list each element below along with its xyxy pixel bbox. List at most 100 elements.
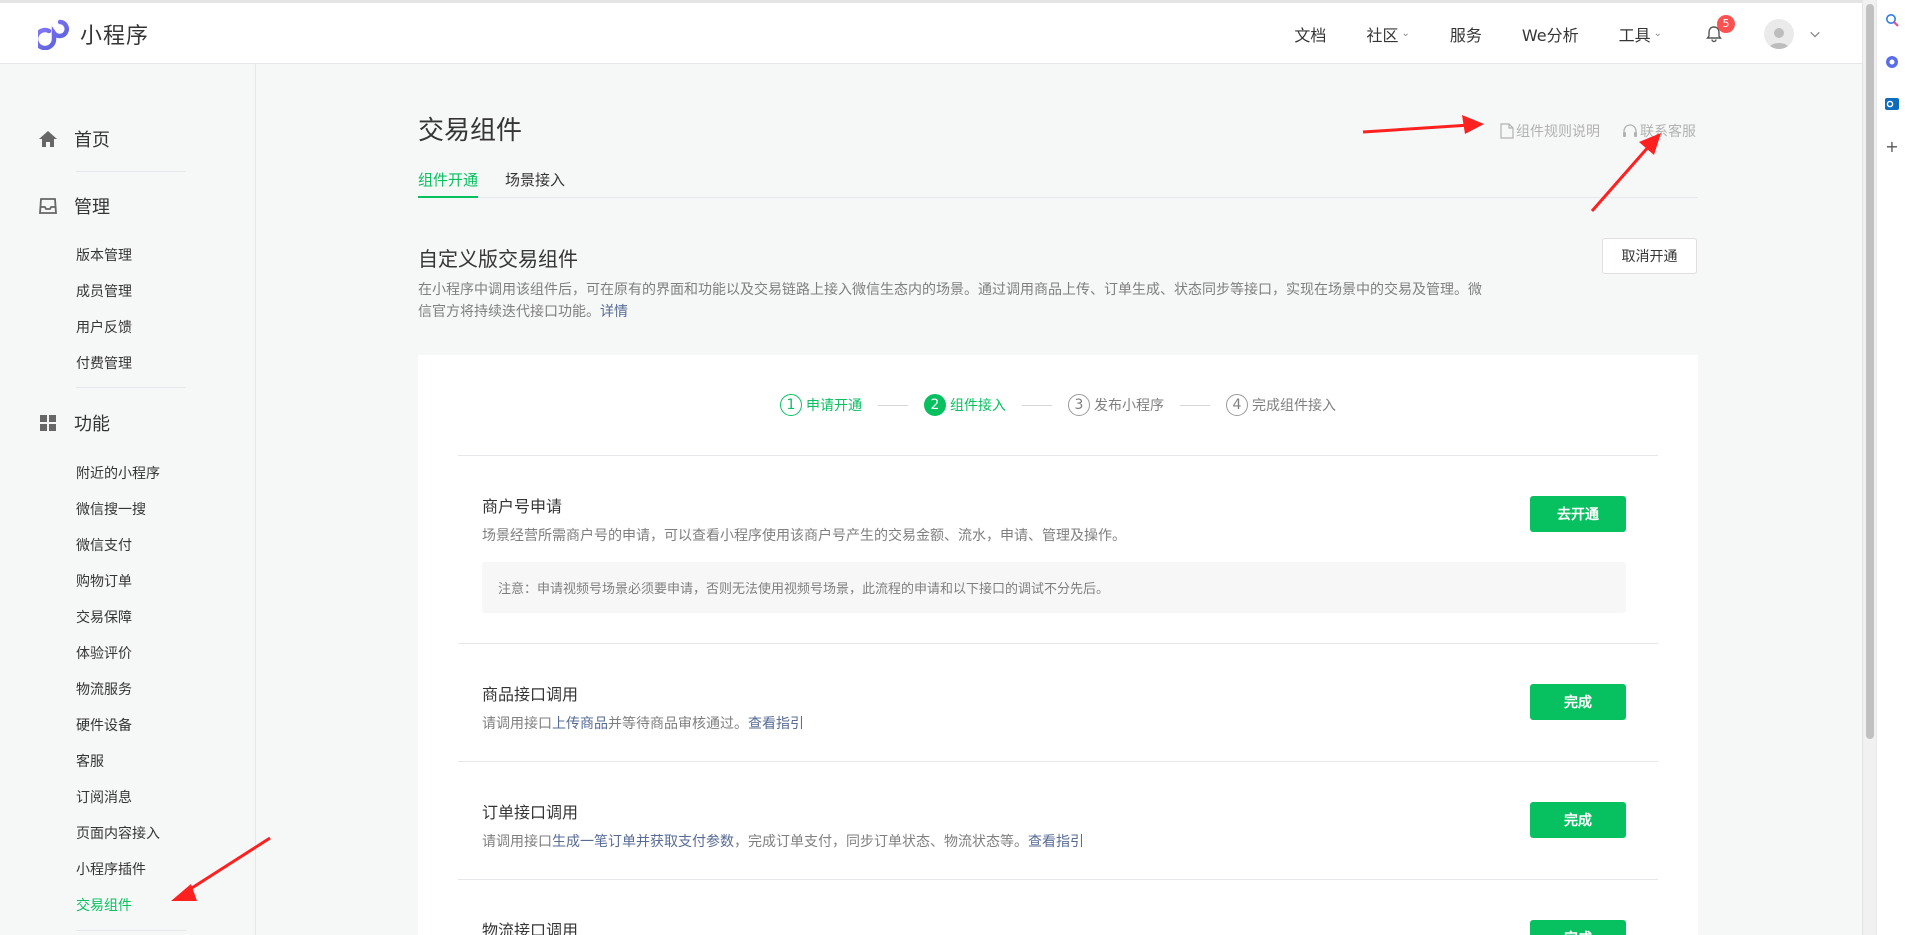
step-label: 组件接入 — [950, 398, 1006, 414]
product-api-item: 商品接口调用 请调用接口上传商品并等待商品审核通过。查看指引 完成 — [458, 643, 1658, 761]
sidebar-item-customer-service[interactable]: 客服 — [76, 751, 104, 771]
notification-badge: 5 — [1717, 14, 1735, 33]
grid-icon — [40, 415, 56, 431]
sidebar-item-billing[interactable]: 付费管理 — [76, 353, 132, 373]
search-icon[interactable] — [1884, 12, 1900, 28]
sidebar-item-nearby[interactable]: 附近的小程序 — [76, 463, 160, 483]
step-number: 2 — [924, 394, 946, 416]
nav-label: 服务 — [1449, 25, 1482, 45]
arrow-to-rules-link — [1362, 115, 1484, 134]
step-number: 1 — [780, 394, 802, 416]
sidebar: 首页 管理 版本管理 成员管理 用户反馈 付费管理 功能 附近的小程序 微信搜一… — [0, 64, 256, 935]
nav-docs[interactable]: 文档 — [1294, 22, 1326, 46]
page-title: 交易组件 — [418, 116, 523, 146]
outlook-icon[interactable] — [1884, 96, 1900, 112]
sidebar-item-orders[interactable]: 购物订单 — [76, 571, 132, 591]
chevron-down-icon: ⌄ — [1653, 28, 1662, 39]
copilot-icon[interactable] — [1884, 54, 1900, 70]
order-api-item: 订单接口调用 请调用接口生成一笔订单并获取支付参数，完成订单支付，同步订单状态、… — [458, 761, 1658, 879]
nav-label: We分析 — [1521, 25, 1579, 45]
chevron-down-icon: ⌄ — [1401, 28, 1410, 39]
logo[interactable]: 小程序 — [38, 18, 149, 50]
detail-link[interactable]: 详情 — [600, 304, 628, 320]
avatar-icon — [1769, 27, 1789, 49]
miniprogram-logo-icon — [38, 19, 69, 50]
desc-text: 请调用接口 — [482, 716, 552, 732]
upload-product-link[interactable]: 上传商品 — [552, 716, 608, 732]
tab-enable-component[interactable]: 组件开通 — [418, 169, 479, 198]
nav-tools[interactable]: 工具 ⌄ — [1619, 22, 1662, 46]
description-text: 在小程序中调用该组件后，可在原有的界面和功能以及交易链路上接入微信生态内的场景。… — [418, 282, 1482, 298]
tab-scene-access[interactable]: 场景接入 — [505, 169, 565, 198]
document-icon — [1500, 123, 1514, 139]
description-text: 信官方将持续迭代接口功能。 — [418, 304, 600, 320]
item-description: 请调用接口上传商品并等待商品审核通过。查看指引 — [482, 713, 804, 733]
home-icon — [39, 131, 57, 147]
stepper: 1 申请开通 2 组件接入 3 发布小程序 4 完成组件接入 — [418, 393, 1698, 417]
step-publish: 3 发布小程序 — [1068, 394, 1164, 416]
page-scrollbar[interactable] — [1862, 0, 1876, 935]
sidebar-item-search[interactable]: 微信搜一搜 — [76, 499, 146, 519]
order-done-button[interactable]: 完成 — [1530, 802, 1626, 838]
contact-service-link[interactable]: 联系客服 — [1622, 121, 1696, 141]
item-description: 场景经营所需商户号的申请，可以查看小程序使用该商户号产生的交易金额、流水，申请、… — [482, 528, 1126, 544]
tab-bar: 组件开通 场景接入 — [418, 169, 1698, 198]
top-header: 小程序 文档 社区 ⌄ 服务 We分析 工具 ⌄ 5 — [0, 0, 1862, 64]
rules-link-label: 组件规则说明 — [1516, 124, 1600, 140]
product-done-button[interactable]: 完成 — [1530, 684, 1626, 720]
sidebar-divider — [76, 171, 186, 172]
cancel-enable-button[interactable]: 取消开通 — [1602, 238, 1697, 274]
merchant-apply-item: 商户号申请 场景经营所需商户号的申请，可以查看小程序使用该商户号产生的交易金额、… — [458, 455, 1658, 643]
nav-community[interactable]: 社区 ⌄ — [1366, 22, 1409, 46]
nav-label: 社区 — [1366, 25, 1399, 45]
guide-link[interactable]: 查看指引 — [748, 716, 804, 732]
rules-link[interactable]: 组件规则说明 — [1500, 121, 1600, 141]
sidebar-item-version[interactable]: 版本管理 — [76, 245, 132, 265]
step-connector — [1180, 404, 1210, 406]
sidebar-item-guarantee[interactable]: 交易保障 — [76, 607, 132, 627]
item-title: 订单接口调用 — [482, 803, 579, 822]
step-label: 发布小程序 — [1094, 398, 1164, 414]
sidebar-item-plugins[interactable]: 小程序插件 — [76, 859, 146, 879]
section-title: 自定义版交易组件 — [418, 247, 578, 271]
step-label: 完成组件接入 — [1252, 398, 1336, 414]
contact-service-label: 联系客服 — [1640, 124, 1696, 140]
browser-side-bar: + — [1876, 0, 1905, 935]
guide-link[interactable]: 查看指引 — [1028, 834, 1084, 850]
nav-analytics[interactable]: We分析 — [1522, 22, 1579, 46]
sidebar-item-pay[interactable]: 微信支付 — [76, 535, 132, 555]
desc-text: ，完成订单支付，同步订单状态、物流状态等。 — [734, 834, 1028, 850]
step-complete: 4 完成组件接入 — [1226, 394, 1336, 416]
nav-label: 文档 — [1294, 25, 1327, 45]
sidebar-item-subscription[interactable]: 订阅消息 — [76, 787, 132, 807]
logistics-api-item: 物流接口调用 完成 — [458, 879, 1658, 935]
logistics-done-button[interactable]: 完成 — [1530, 920, 1626, 935]
go-enable-button[interactable]: 去开通 — [1530, 496, 1626, 532]
item-description: 请调用接口生成一笔订单并获取支付参数，完成订单支付，同步订单状态、物流状态等。查… — [482, 831, 1084, 851]
sidebar-item-members[interactable]: 成员管理 — [76, 281, 132, 301]
notice-box: 注意：申请视频号场景必须要申请，否则无法使用视频号场景，此流程的申请和以下接口的… — [482, 562, 1626, 613]
notification-button[interactable]: 5 — [1702, 14, 1735, 46]
sidebar-item-logistics[interactable]: 物流服务 — [76, 679, 132, 699]
scrollbar-thumb[interactable] — [1866, 4, 1874, 739]
sidebar-item-page-content[interactable]: 页面内容接入 — [76, 823, 160, 843]
sidebar-item-trade-component[interactable]: 交易组件 — [76, 895, 132, 915]
sidebar-item-home[interactable]: 首页 — [38, 126, 110, 152]
add-icon[interactable]: + — [1884, 137, 1900, 156]
inbox-icon — [39, 198, 57, 214]
nav-service[interactable]: 服务 — [1450, 22, 1482, 46]
create-order-link[interactable]: 生成一笔订单并获取支付参数 — [552, 834, 734, 850]
step-apply: 1 申请开通 — [780, 394, 862, 416]
sidebar-group-title: 功能 — [74, 414, 110, 435]
item-title: 商品接口调用 — [482, 685, 579, 704]
headset-icon — [1623, 124, 1637, 137]
account-menu-toggle[interactable] — [1808, 27, 1822, 41]
desc-text: 请调用接口 — [482, 834, 552, 850]
user-avatar[interactable] — [1764, 18, 1794, 49]
sidebar-item-rating[interactable]: 体验评价 — [76, 643, 132, 663]
desc-text: 并等待商品审核通过。 — [608, 716, 748, 732]
sidebar-item-hardware[interactable]: 硬件设备 — [76, 715, 132, 735]
sidebar-home-label: 首页 — [74, 130, 110, 151]
sidebar-item-feedback[interactable]: 用户反馈 — [76, 317, 132, 337]
step-integrate: 2 组件接入 — [924, 394, 1006, 416]
